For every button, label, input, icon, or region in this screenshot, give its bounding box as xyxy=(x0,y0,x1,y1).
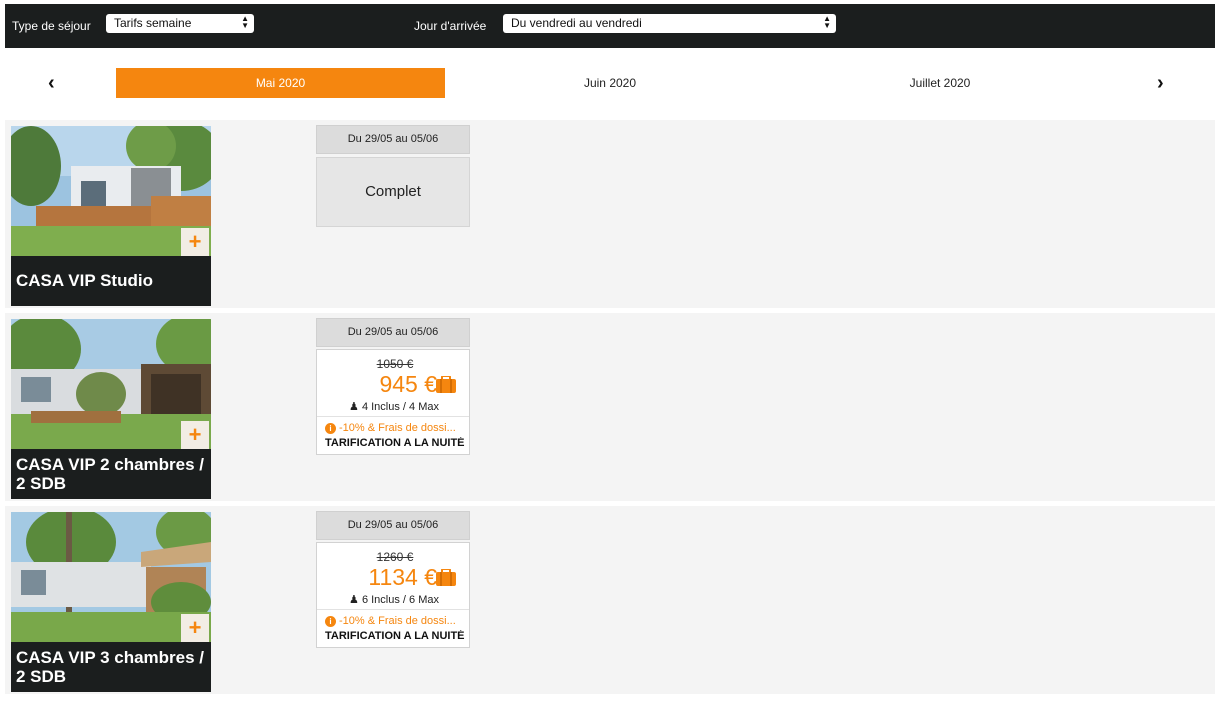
filter-bar: Type de séjour Tarifs semaine ▲ ▼ Jour d'… xyxy=(5,4,1215,48)
price-card[interactable]: 1050 € 945 € ♟ 4 Inclus / 4 Max i -10% & … xyxy=(316,349,470,455)
arrival-label: Jour d'arrivée xyxy=(414,19,487,33)
persons-text: 4 Inclus / 4 Max xyxy=(361,401,439,413)
chevron-left-icon[interactable]: ‹ xyxy=(48,72,55,95)
listing-title: CASA VIP 3 chambres / 2 SDB xyxy=(16,648,205,686)
pricing-note: TARIFICATION A LA NUITÉ xyxy=(325,437,465,449)
add-icon[interactable]: + xyxy=(181,614,209,642)
select-arrows-icon: ▲ ▼ xyxy=(241,14,249,30)
listing-title: CASA VIP 2 chambres / 2 SDB xyxy=(16,455,205,493)
info-icon: i xyxy=(325,616,336,627)
promo-info[interactable]: i -10% & Frais de dossi... xyxy=(325,422,465,434)
listing-row: + CASA VIP 2 chambres / 2 SDB Du 29/05 a… xyxy=(5,313,1215,501)
suitcase-icon xyxy=(436,569,456,586)
listing-title: CASA VIP Studio xyxy=(16,271,153,290)
status-complet: Complet xyxy=(316,157,470,227)
listing-row: + CASA VIP Studio Du 29/05 au 05/06 Comp… xyxy=(5,120,1215,308)
stay-type-select[interactable]: Tarifs semaine ▲ ▼ xyxy=(106,14,254,33)
month-navigation: ‹ Mai 2020 Juin 2020 Juillet 2020 › xyxy=(5,48,1215,120)
listing-card[interactable]: + CASA VIP 3 chambres / 2 SDB xyxy=(11,512,211,692)
listing-row: + CASA VIP 3 chambres / 2 SDB Du 29/05 a… xyxy=(5,506,1215,694)
date-range-badge: Du 29/05 au 05/06 xyxy=(316,511,470,540)
month-tab-juin[interactable]: Juin 2020 xyxy=(525,68,695,98)
divider xyxy=(317,609,469,610)
month-tab-juillet[interactable]: Juillet 2020 xyxy=(855,68,1025,98)
pricing-note: TARIFICATION A LA NUITÉ xyxy=(325,630,465,642)
old-price: 1260 € xyxy=(376,550,414,564)
date-range-badge: Du 29/05 au 05/06 xyxy=(316,125,470,154)
month-tab-mai[interactable]: Mai 2020 xyxy=(116,68,445,98)
current-price: 1134 € xyxy=(368,564,437,590)
promo-text: -10% & Frais de dossi... xyxy=(339,422,456,434)
listing-card[interactable]: + CASA VIP Studio xyxy=(11,126,211,306)
persons-info: ♟ 6 Inclus / 6 Max xyxy=(317,593,471,606)
stay-type-value: Tarifs semaine xyxy=(114,16,192,30)
person-icon: ♟ xyxy=(349,594,359,606)
person-icon: ♟ xyxy=(349,401,359,413)
info-icon: i xyxy=(325,423,336,434)
price-card[interactable]: 1260 € 1134 € ♟ 6 Inclus / 6 Max i -10% &… xyxy=(316,542,470,648)
listing-card[interactable]: + CASA VIP 2 chambres / 2 SDB xyxy=(11,319,211,499)
arrival-value: Du vendredi au vendredi xyxy=(511,16,642,30)
persons-info: ♟ 4 Inclus / 4 Max xyxy=(317,400,471,413)
promo-text: -10% & Frais de dossi... xyxy=(339,615,456,627)
select-arrows-icon: ▲ ▼ xyxy=(823,14,831,30)
add-icon[interactable]: + xyxy=(181,228,209,256)
current-price: 945 € xyxy=(379,371,437,397)
old-price: 1050 € xyxy=(376,357,414,371)
add-icon[interactable]: + xyxy=(181,421,209,449)
divider xyxy=(317,416,469,417)
persons-text: 6 Inclus / 6 Max xyxy=(361,594,439,606)
date-range-badge: Du 29/05 au 05/06 xyxy=(316,318,470,347)
arrival-select[interactable]: Du vendredi au vendredi ▲ ▼ xyxy=(503,14,836,33)
chevron-right-icon[interactable]: › xyxy=(1157,72,1164,95)
promo-info[interactable]: i -10% & Frais de dossi... xyxy=(325,615,465,627)
stay-type-label: Type de séjour xyxy=(12,19,91,33)
suitcase-icon xyxy=(436,376,456,393)
